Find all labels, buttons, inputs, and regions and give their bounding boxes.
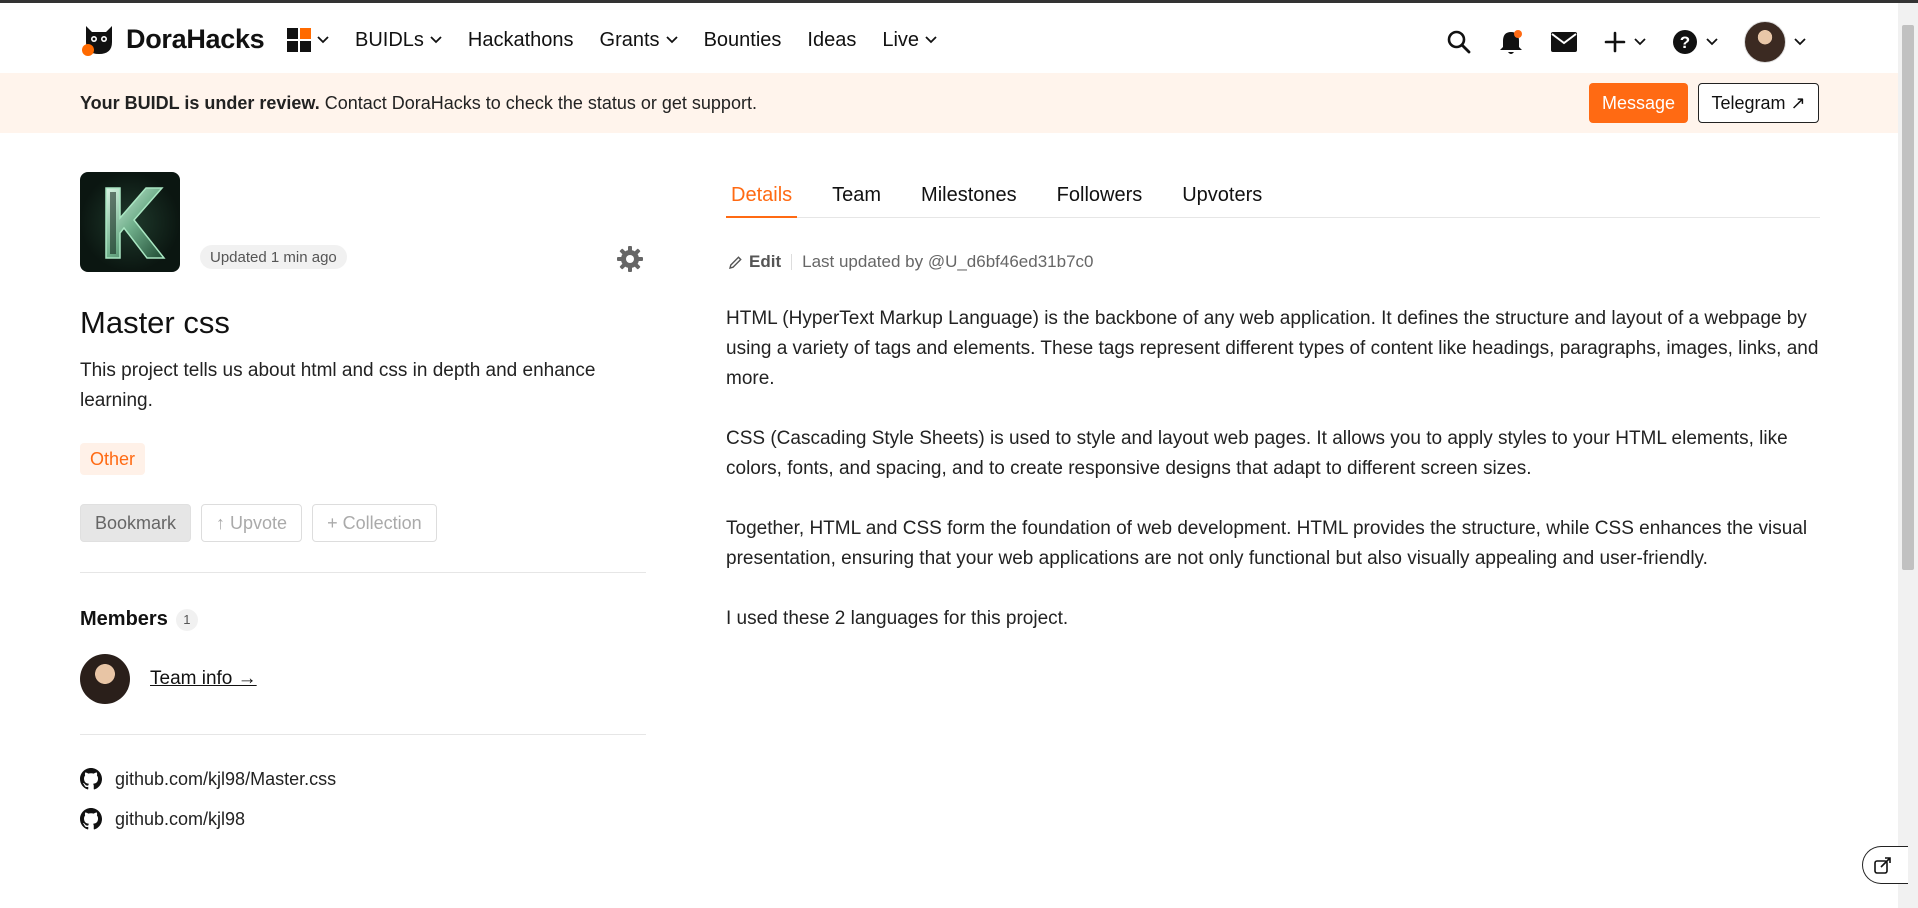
tab-upvoters[interactable]: Upvoters [1177,184,1267,218]
updated-badge: Updated 1 min ago [200,245,347,269]
nav-hackathons-label: Hackathons [467,28,574,51]
bookmark-button[interactable]: Bookmark [80,504,192,542]
search-button[interactable] [1446,29,1472,55]
plus-icon [1604,31,1626,53]
mail-icon [1551,32,1577,52]
review-banner: Your BUIDL is under review. Contact Dora… [0,73,1898,133]
bell-icon [1500,30,1522,54]
notifications-button[interactable] [1498,28,1524,56]
search-icon [1447,30,1471,54]
apps-menu-button[interactable] [287,25,329,55]
share-button[interactable] [1862,846,1908,884]
chevron-down-icon [430,36,442,44]
chevron-down-icon [1794,38,1806,46]
details-paragraph: CSS (Cascading Style Sheets) is used to … [726,428,1788,479]
nav-grants-label: Grants [599,28,660,51]
github-icon [80,808,102,830]
divider [80,572,646,573]
message-button[interactable]: Message [1589,83,1688,123]
brand-logo[interactable]: DoraHacks [80,20,265,58]
user-menu-button[interactable] [1744,21,1806,63]
details-paragraph: HTML (HyperText Markup Language) is the … [726,308,1819,389]
github-icon [80,768,102,790]
upvote-button[interactable]: ↑ Upvote [201,504,303,542]
tab-followers[interactable]: Followers [1052,184,1148,218]
github-link-profile-label: github.com/kjl98 [115,808,246,829]
separator [791,254,793,270]
review-status-bold: Your BUIDL is under review. [80,93,320,113]
details-paragraph: Together, HTML and CSS form the foundati… [726,518,1808,569]
brand-name: DoraHacks [126,23,265,54]
telegram-button[interactable]: Telegram ↗ [1698,83,1819,123]
divider [80,734,646,735]
details-paragraph: I used these 2 languages for this projec… [726,608,1069,629]
header-actions: ? [1420,21,1806,63]
edit-label: Edit [749,252,782,271]
project-title: Master css [80,305,230,340]
dorahacks-logo-icon [80,20,118,58]
review-status-detail: Contact DoraHacks to check the status or… [319,93,757,113]
project-actions: Bookmark ↑ Upvote + Collection [80,504,437,542]
project-tabs: Details Team Milestones Followers Upvote… [726,184,1820,218]
members-heading: Members 1 [80,608,198,631]
top-navbar: DoraHacks BUIDLs Hackathons Grants Bount… [0,3,1898,73]
gear-icon [617,246,643,272]
category-tag[interactable]: Other [80,443,146,475]
project-logo-k-icon [105,187,166,259]
members-label: Members [80,608,168,630]
add-collection-button[interactable]: + Collection [312,504,437,542]
nav-ideas[interactable]: Ideas [807,25,856,55]
edit-bar: Edit Last updated by @U_d6bf46ed31b7c0 [728,252,1093,272]
tab-team[interactable]: Team [827,184,886,218]
nav-ideas-label: Ideas [807,28,857,51]
help-icon: ? [1673,30,1697,54]
page-scrollbar[interactable] [1898,3,1918,908]
last-updated-text: Last updated by @U_d6bf46ed31b7c0 [802,252,1094,271]
team-info-link[interactable]: Team info → [150,668,257,690]
tab-milestones[interactable]: Milestones [916,184,1022,218]
scrollbar-thumb[interactable] [1902,25,1914,570]
pencil-icon [729,255,742,269]
nav-buidls-label: BUIDLs [355,28,424,51]
nav-hackathons[interactable]: Hackathons [468,25,574,55]
settings-button[interactable] [616,245,644,278]
nav-live[interactable]: Live [882,25,937,55]
help-menu-button[interactable]: ? [1672,29,1718,55]
create-menu-button[interactable] [1604,31,1646,53]
main-nav: BUIDLs Hackathons Grants Bounties Ideas … [287,25,963,55]
github-link-repo[interactable]: github.com/kjl98/Master.css [80,768,336,790]
chevron-down-icon [317,36,329,44]
chevron-down-icon [1634,38,1646,46]
nav-live-label: Live [882,28,920,51]
messages-button[interactable] [1550,31,1578,53]
chevron-down-icon [1706,38,1718,46]
tab-details[interactable]: Details [726,184,798,218]
details-content: HTML (HyperText Markup Language) is the … [726,304,1824,664]
review-banner-text: Your BUIDL is under review. Contact Dora… [80,93,757,114]
github-link-profile[interactable]: github.com/kjl98 [80,808,245,830]
apps-grid-icon [287,28,311,52]
svg-text:?: ? [1680,33,1690,52]
nav-bounties[interactable]: Bounties [704,25,782,55]
edit-button[interactable]: Edit [728,252,781,272]
share-icon [1874,857,1891,874]
user-avatar [1744,21,1786,63]
chevron-down-icon [925,36,937,44]
nav-buidls[interactable]: BUIDLs [355,25,442,55]
member-avatar[interactable] [80,654,130,704]
project-description: This project tells us about html and css… [80,360,596,411]
nav-bounties-label: Bounties [703,28,782,51]
members-count-badge: 1 [175,608,198,631]
nav-grants[interactable]: Grants [600,25,678,55]
chevron-down-icon [665,36,678,44]
project-logo [80,172,180,272]
github-link-repo-label: github.com/kjl98/Master.css [115,768,337,789]
